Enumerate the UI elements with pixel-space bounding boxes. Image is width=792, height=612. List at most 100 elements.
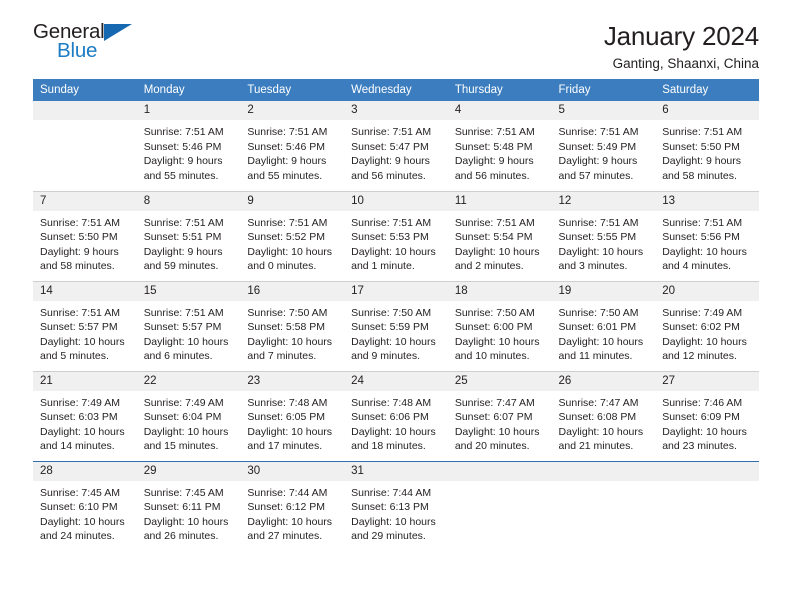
day-cell[interactable]: 18 Sunrise: 7:50 AM Sunset: 6:00 PM Dayl… (447, 280, 552, 371)
day-cell[interactable]: 9 Sunrise: 7:51 AM Sunset: 5:52 PM Dayli… (240, 190, 345, 281)
day-cell[interactable]: 11 Sunrise: 7:51 AM Sunset: 5:54 PM Dayl… (447, 190, 552, 281)
weekday-header-tuesday: Tuesday (240, 79, 345, 101)
day-cell[interactable]: 20 Sunrise: 7:49 AM Sunset: 6:02 PM Dayl… (655, 280, 759, 371)
daylight-text-line2: and 5 minutes. (40, 350, 109, 363)
day-cell[interactable]: 31 Sunrise: 7:44 AM Sunset: 6:13 PM Dayl… (344, 460, 448, 551)
day-number: 14 (33, 281, 137, 301)
weekday-header-sunday: Sunday (33, 79, 137, 101)
day-cell[interactable]: 19 Sunrise: 7:50 AM Sunset: 6:01 PM Dayl… (551, 280, 656, 371)
day-cell[interactable] (447, 460, 552, 551)
day-cell[interactable] (551, 460, 656, 551)
day-details: Sunrise: 7:45 AM Sunset: 6:11 PM Dayligh… (137, 481, 241, 544)
sunset-text: Sunset: 5:50 PM (40, 231, 118, 244)
daylight-text-line2: and 0 minutes. (247, 260, 317, 273)
day-details: Sunrise: 7:49 AM Sunset: 6:02 PM Dayligh… (655, 301, 759, 364)
day-details (552, 481, 656, 486)
day-details: Sunrise: 7:44 AM Sunset: 6:13 PM Dayligh… (344, 481, 448, 544)
day-number: 22 (136, 371, 241, 391)
day-number: 31 (344, 461, 448, 481)
sunset-text: Sunset: 5:59 PM (351, 321, 429, 334)
day-cell[interactable]: 2 Sunrise: 7:51 AM Sunset: 5:46 PM Dayli… (240, 101, 345, 191)
day-details: Sunrise: 7:47 AM Sunset: 6:08 PM Dayligh… (552, 391, 656, 454)
day-details: Sunrise: 7:50 AM Sunset: 6:01 PM Dayligh… (552, 301, 656, 364)
day-details: Sunrise: 7:51 AM Sunset: 5:56 PM Dayligh… (655, 211, 759, 274)
day-details: Sunrise: 7:51 AM Sunset: 5:51 PM Dayligh… (137, 211, 241, 274)
sunrise-text: Sunrise: 7:50 AM (454, 306, 535, 319)
daylight-text-line2: and 57 minutes. (558, 169, 634, 182)
daylight-text-line1: Daylight: 10 hours (247, 515, 333, 528)
daylight-text-line1: Daylight: 10 hours (143, 335, 229, 348)
day-cell[interactable]: 28 Sunrise: 7:45 AM Sunset: 6:10 PM Dayl… (33, 460, 137, 551)
day-cell[interactable]: 12 Sunrise: 7:51 AM Sunset: 5:55 PM Dayl… (551, 190, 656, 281)
day-cell[interactable] (33, 101, 137, 191)
day-cell[interactable]: 16 Sunrise: 7:50 AM Sunset: 5:58 PM Dayl… (240, 280, 345, 371)
day-cell[interactable]: 1 Sunrise: 7:51 AM Sunset: 5:46 PM Dayli… (136, 101, 241, 191)
daylight-text-line1: Daylight: 9 hours (143, 245, 223, 258)
day-cell[interactable]: 25 Sunrise: 7:47 AM Sunset: 6:07 PM Dayl… (447, 370, 552, 461)
day-cell[interactable]: 3 Sunrise: 7:51 AM Sunset: 5:47 PM Dayli… (344, 101, 448, 191)
daylight-text-line2: and 55 minutes. (143, 169, 219, 182)
day-number (551, 461, 656, 481)
day-cell[interactable]: 15 Sunrise: 7:51 AM Sunset: 5:57 PM Dayl… (136, 280, 241, 371)
day-cell[interactable]: 7 Sunrise: 7:51 AM Sunset: 5:50 PM Dayli… (33, 190, 137, 281)
sunset-text: Sunset: 5:57 PM (40, 321, 118, 334)
sunrise-text: Sunrise: 7:50 AM (558, 306, 639, 319)
day-details: Sunrise: 7:51 AM Sunset: 5:55 PM Dayligh… (552, 211, 656, 274)
day-number: 30 (240, 461, 345, 481)
day-number (447, 461, 552, 481)
generalblue-logo: General Blue (33, 21, 143, 68)
daylight-text-line1: Daylight: 10 hours (351, 425, 436, 438)
day-cell[interactable] (655, 460, 759, 551)
day-number: 12 (551, 191, 656, 211)
daylight-text-line1: Daylight: 9 hours (454, 155, 534, 168)
daylight-text-line1: Daylight: 10 hours (558, 245, 644, 258)
daylight-text-line2: and 18 minutes. (351, 440, 426, 453)
day-cell[interactable]: 14 Sunrise: 7:51 AM Sunset: 5:57 PM Dayl… (33, 280, 137, 371)
sunset-text: Sunset: 6:02 PM (662, 321, 740, 334)
day-number: 2 (240, 101, 345, 121)
day-cell[interactable]: 6 Sunrise: 7:51 AM Sunset: 5:50 PM Dayli… (655, 101, 759, 191)
day-cell[interactable]: 17 Sunrise: 7:50 AM Sunset: 5:59 PM Dayl… (344, 280, 448, 371)
daylight-text-line2: and 4 minutes. (662, 260, 732, 273)
sunset-text: Sunset: 5:57 PM (143, 321, 222, 334)
day-details: Sunrise: 7:51 AM Sunset: 5:48 PM Dayligh… (448, 120, 552, 183)
day-cell[interactable]: 23 Sunrise: 7:48 AM Sunset: 6:05 PM Dayl… (240, 370, 345, 461)
day-cell[interactable]: 22 Sunrise: 7:49 AM Sunset: 6:04 PM Dayl… (136, 370, 241, 461)
day-details: Sunrise: 7:51 AM Sunset: 5:50 PM Dayligh… (655, 120, 759, 183)
daylight-text-line1: Daylight: 10 hours (247, 335, 333, 348)
calendar-grid: Sunday Monday Tuesday Wednesday Thursday… (33, 79, 759, 551)
daylight-text-line2: and 58 minutes. (40, 260, 115, 273)
calendar-page: General Blue January 2024 Ganting, Shaan… (0, 0, 792, 612)
day-cell[interactable]: 29 Sunrise: 7:45 AM Sunset: 6:11 PM Dayl… (136, 460, 241, 551)
day-cell[interactable]: 4 Sunrise: 7:51 AM Sunset: 5:48 PM Dayli… (447, 101, 552, 191)
day-number (33, 101, 137, 120)
daylight-text-line1: Daylight: 10 hours (40, 515, 125, 528)
day-number: 18 (447, 281, 552, 301)
day-cell[interactable]: 5 Sunrise: 7:51 AM Sunset: 5:49 PM Dayli… (551, 101, 656, 191)
day-details (448, 481, 552, 486)
day-cell[interactable]: 8 Sunrise: 7:51 AM Sunset: 5:51 PM Dayli… (136, 190, 241, 281)
sunrise-text: Sunrise: 7:51 AM (143, 216, 224, 229)
daylight-text-line2: and 23 minutes. (662, 440, 737, 453)
day-cell[interactable]: 21 Sunrise: 7:49 AM Sunset: 6:03 PM Dayl… (33, 370, 137, 461)
day-cell[interactable]: 13 Sunrise: 7:51 AM Sunset: 5:56 PM Dayl… (655, 190, 759, 281)
daylight-text-line1: Daylight: 10 hours (40, 425, 125, 438)
sunrise-text: Sunrise: 7:48 AM (351, 396, 432, 409)
day-cell[interactable]: 26 Sunrise: 7:47 AM Sunset: 6:08 PM Dayl… (551, 370, 656, 461)
daylight-text-line1: Daylight: 10 hours (662, 245, 747, 258)
sunset-text: Sunset: 6:05 PM (247, 411, 326, 424)
daylight-text-line2: and 1 minute. (351, 260, 415, 273)
day-cell[interactable]: 27 Sunrise: 7:46 AM Sunset: 6:09 PM Dayl… (655, 370, 759, 461)
calendar-body: 1 Sunrise: 7:51 AM Sunset: 5:46 PM Dayli… (33, 101, 759, 551)
weekday-header-monday: Monday (136, 79, 241, 101)
sunset-text: Sunset: 6:03 PM (40, 411, 118, 424)
sunset-text: Sunset: 6:13 PM (351, 501, 429, 514)
sunset-text: Sunset: 5:51 PM (143, 231, 222, 244)
calendar-week-row: 28 Sunrise: 7:45 AM Sunset: 6:10 PM Dayl… (33, 460, 759, 551)
day-cell[interactable]: 10 Sunrise: 7:51 AM Sunset: 5:53 PM Dayl… (344, 190, 448, 281)
sunrise-text: Sunrise: 7:50 AM (351, 306, 432, 319)
day-details: Sunrise: 7:50 AM Sunset: 6:00 PM Dayligh… (448, 301, 552, 364)
day-cell[interactable]: 30 Sunrise: 7:44 AM Sunset: 6:12 PM Dayl… (240, 460, 345, 551)
sunset-text: Sunset: 5:52 PM (247, 231, 326, 244)
day-cell[interactable]: 24 Sunrise: 7:48 AM Sunset: 6:06 PM Dayl… (344, 370, 448, 461)
